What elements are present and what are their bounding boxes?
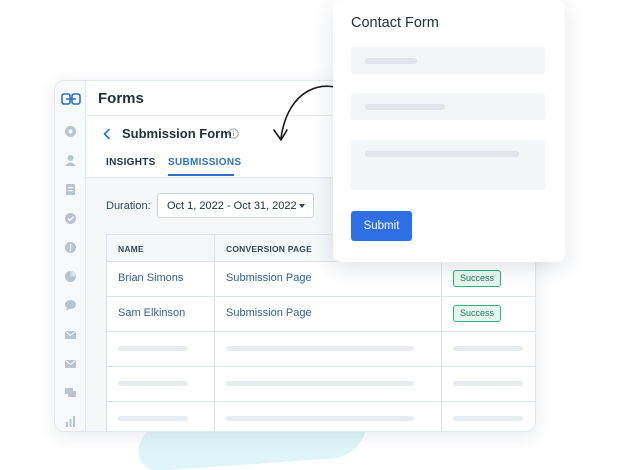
placeholder-bar [453, 346, 523, 351]
submitter-name-link[interactable]: Sam Elkinson [118, 307, 185, 319]
placeholder-bar [226, 416, 414, 421]
table-row: Brian Simons Submission Page Success [107, 262, 535, 297]
table-row: Sam Elkinson Submission Page Success [107, 297, 535, 332]
dashboard-icon[interactable] [64, 125, 77, 138]
placeholder-bar [226, 346, 414, 351]
placeholder-bar [453, 381, 523, 386]
tab-submissions[interactable]: SUBMISSIONS [168, 157, 241, 168]
status-cell: Success [442, 262, 535, 296]
contacts-icon[interactable] [64, 154, 77, 167]
conversion-page-link[interactable]: Submission Page [226, 307, 312, 319]
status-badge: Success [453, 305, 502, 322]
contact-form-card: Contact Form Submit [333, 0, 565, 262]
submit-button[interactable]: Submit [351, 211, 412, 241]
page-cell: Submission Page [215, 297, 442, 331]
contact-form-title: Contact Form [351, 15, 439, 31]
field-placeholder-bar [365, 104, 445, 110]
status-badge: Success [453, 270, 502, 287]
field-placeholder-bar [365, 58, 417, 64]
back-chevron-icon[interactable] [102, 128, 112, 140]
submitter-name-link[interactable]: Brian Simons [118, 272, 183, 284]
duration-select[interactable]: Oct 1, 2022 - Oct 31, 2022 [157, 193, 314, 218]
name-cell: Sam Elkinson [107, 297, 215, 331]
alert-icon[interactable] [64, 241, 77, 254]
sidebar [55, 81, 86, 431]
column-header-name[interactable]: NAME [107, 235, 215, 262]
text-field[interactable] [351, 93, 545, 120]
reports-icon[interactable] [64, 415, 77, 428]
tab-insights[interactable]: INSIGHTS [106, 157, 156, 168]
page-cell: Submission Page [215, 262, 442, 296]
placeholder-bar [118, 416, 188, 421]
active-tab-indicator [168, 174, 234, 176]
info-icon[interactable] [228, 128, 239, 139]
placeholder-row [107, 332, 535, 367]
status-cell: Success [442, 297, 535, 331]
caret-down-icon [299, 204, 305, 208]
logo-icon[interactable] [61, 93, 81, 105]
placeholder-bar [118, 381, 188, 386]
field-placeholder-bar [365, 151, 519, 157]
name-cell: Brian Simons [107, 262, 215, 296]
submissions-table: NAME CONVERSION PAGE Brian Simons Submis… [106, 234, 535, 431]
duration-label: Duration: [106, 200, 151, 212]
duration-value: Oct 1, 2022 - Oct 31, 2022 [167, 200, 297, 212]
conversations-icon[interactable] [64, 386, 77, 399]
placeholder-row [107, 402, 535, 431]
inbox-icon[interactable] [64, 357, 77, 370]
form-name-heading: Submission Form [122, 126, 232, 141]
placeholder-bar [453, 416, 523, 421]
check-circle-icon[interactable] [64, 212, 77, 225]
text-field[interactable] [351, 47, 545, 74]
placeholder-row [107, 367, 535, 402]
pie-chart-icon[interactable] [64, 270, 77, 283]
placeholder-bar [118, 346, 188, 351]
mail-icon[interactable] [64, 328, 77, 341]
document-icon[interactable] [64, 183, 77, 196]
placeholder-bar [226, 381, 414, 386]
chat-icon[interactable] [64, 299, 77, 312]
conversion-page-link[interactable]: Submission Page [226, 272, 312, 284]
page-title: Forms [98, 90, 144, 107]
textarea-field[interactable] [351, 140, 545, 190]
